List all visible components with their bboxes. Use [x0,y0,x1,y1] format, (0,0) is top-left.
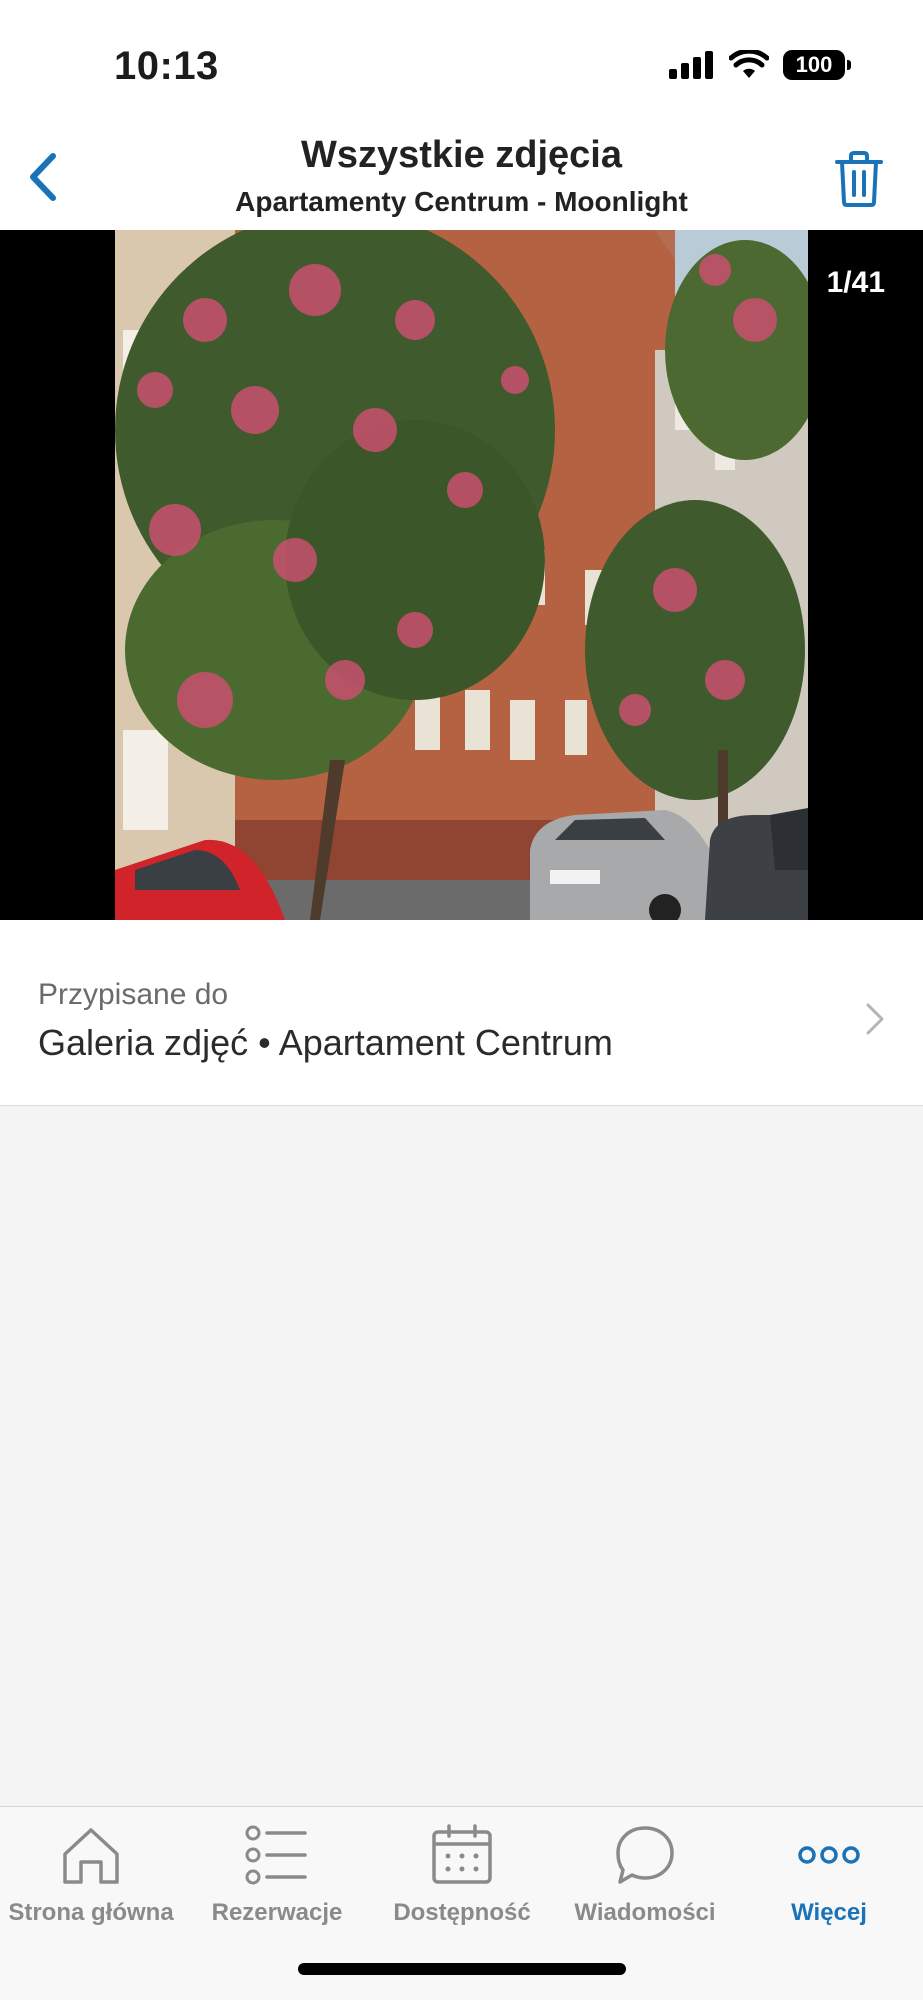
trash-icon [835,151,883,207]
assigned-to-row[interactable]: Przypisane do Galeria zdjęć • Apartament… [0,920,923,1106]
tab-home[interactable]: Strona główna [0,1815,182,1945]
wifi-icon [729,50,769,78]
calendar-icon [432,1824,492,1884]
cellular-signal-icon [669,51,713,79]
home-indicator[interactable] [298,1963,626,1975]
chat-bubble-icon [616,1826,674,1884]
more-dots-icon [798,1846,860,1864]
tab-reservations[interactable]: Rezerwacje [187,1815,367,1945]
photo-counter: 1/41 [826,266,885,299]
navigation-header: Wszystkie zdjęcia Apartamenty Centrum - … [0,120,923,230]
battery-icon: 100 [783,50,851,80]
assigned-to-label: Przypisane do [38,978,229,1011]
tab-label-availability: Dostępność [393,1899,531,1926]
chevron-right-icon [866,1003,884,1035]
tab-more[interactable]: Więcej [738,1815,920,1945]
tab-messages[interactable]: Wiadomości [555,1815,735,1945]
tab-availability[interactable]: Dostępność [372,1815,552,1945]
assigned-to-value: Galeria zdjęć • Apartament Centrum [38,1022,613,1063]
status-bar: 10:13 100 [0,0,923,120]
content-background [0,1106,923,1806]
tab-label-reservations: Rezerwacje [211,1899,343,1926]
home-icon [63,1828,119,1884]
battery-level: 100 [795,52,833,77]
photo-viewer[interactable]: 1/41 [0,230,923,920]
photo-building-with-blossoming-trees [115,230,808,920]
status-icons: 100 [669,50,851,80]
tab-label-messages: Wiadomości [574,1899,716,1926]
status-time: 10:13 [114,44,219,88]
page-title: Wszystkie zdjęcia [300,134,623,176]
list-icon [245,1825,307,1885]
delete-photo-button[interactable] [829,146,889,212]
tab-label-home: Strona główna [8,1899,174,1926]
tab-label-more: Więcej [791,1899,867,1926]
page-subtitle: Apartamenty Centrum - Moonlight [235,186,688,217]
apartment-photo[interactable] [115,230,808,920]
